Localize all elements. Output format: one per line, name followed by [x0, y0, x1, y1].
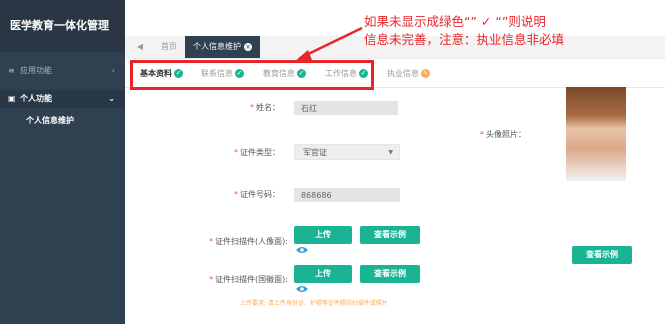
app-title: 医学教育一体化管理	[0, 0, 125, 52]
tab-label: 个人信息维护	[193, 42, 241, 51]
annotation-line-1: 如果未显示成绿色“” ✓ “”则说明	[364, 14, 546, 29]
sidebar-item-app-functions[interactable]: ≡ 应用功能 ‹	[0, 62, 125, 80]
tab-personal-info[interactable]: 个人信息维护 ×	[185, 36, 260, 58]
avatar-photo	[566, 87, 626, 181]
edit-circle-icon: ✎	[421, 69, 430, 78]
chevron-left-icon: ‹	[111, 66, 115, 75]
sidebar-item-personal-info[interactable]: 个人信息维护	[0, 112, 125, 130]
eye-icon[interactable]	[296, 246, 308, 254]
view-example-front-button[interactable]: 查看示例	[360, 226, 420, 244]
upload-hint: 上传要求: 请上传身份证、护照等证件照的扫描件或照片	[240, 300, 388, 307]
step-practice-info[interactable]: 执业信息 ✎	[387, 68, 430, 79]
caret-down-icon: ▼	[388, 149, 393, 156]
chevron-down-icon: ⌄	[108, 94, 115, 103]
sidebar-item-label: 应用功能	[20, 66, 52, 75]
scan-front-label: * 证件扫描件(人像面):	[209, 237, 288, 246]
eye-icon[interactable]	[296, 285, 308, 293]
id-number-field[interactable]: 868686	[294, 188, 400, 202]
photo-label: * 头像照片：	[480, 130, 526, 139]
annotation-text: 如果未显示成绿色“” ✓ “”则说明 信息未完善，注意：执业信息非必填	[364, 13, 664, 49]
name-field[interactable]: 石红	[294, 101, 398, 115]
highlight-box	[130, 60, 374, 90]
sidebar-item-personal-functions[interactable]: ▣ 个人功能 ⌄	[0, 90, 125, 108]
name-label: * 姓名：	[250, 103, 280, 112]
upload-back-button[interactable]: 上传	[294, 265, 352, 283]
menu-icon: ≡	[8, 66, 15, 75]
annotation-arrow-icon	[294, 26, 363, 62]
id-number-label: * 证件号码：	[234, 190, 280, 199]
annotation-line-2: 信息未完善，注意：执业信息非必填	[364, 32, 565, 47]
upload-front-button[interactable]: 上传	[294, 226, 352, 244]
id-type-label: * 证件类型：	[234, 148, 280, 157]
id-type-value: 军官证	[303, 148, 327, 157]
view-example-back-button[interactable]: 查看示例	[360, 265, 420, 283]
sidebar-item-label: 个人信息维护	[26, 116, 74, 125]
close-icon[interactable]: ×	[244, 42, 252, 51]
scan-back-label: * 证件扫描件(国徽面):	[209, 275, 288, 284]
user-card-icon: ▣	[8, 94, 16, 103]
sidebar-item-label: 个人功能	[20, 94, 52, 103]
sidebar: 医学教育一体化管理 ≡ 应用功能 ‹ ▣ 个人功能 ⌄ 个人信息维护	[0, 0, 125, 324]
id-type-select[interactable]: 军官证 ▼	[294, 144, 400, 160]
tab-home[interactable]: 首页	[153, 36, 185, 58]
scroll-left-button[interactable]: ◀	[131, 36, 149, 58]
view-example-photo-button[interactable]: 查看示例	[572, 246, 632, 264]
step-label: 执业信息	[387, 69, 419, 78]
